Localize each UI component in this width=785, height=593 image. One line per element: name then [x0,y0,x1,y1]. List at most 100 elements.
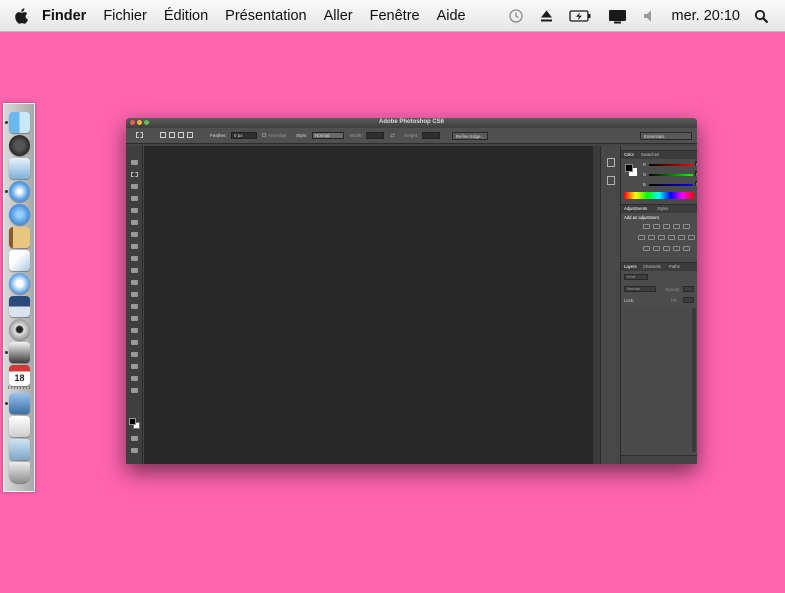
path-selection-tool[interactable] [131,352,138,357]
downloads-folder-icon[interactable] [9,439,30,460]
color-spectrum-bar[interactable] [624,192,694,199]
color-lookup-icon[interactable] [688,235,695,240]
invert-icon[interactable] [643,246,650,251]
color-foreground-swatch[interactable] [625,164,633,172]
opacity-input[interactable] [683,286,694,292]
mission-control-icon[interactable] [9,296,30,317]
red-slider[interactable] [649,164,693,166]
hue-saturation-icon[interactable] [638,235,645,240]
calendar-icon[interactable]: 18 [9,365,30,386]
facetime-icon[interactable] [9,204,30,225]
finder-icon[interactable] [9,112,30,133]
blend-mode-select[interactable]: Normal [624,286,656,292]
anti-alias-checkbox[interactable] [262,133,266,137]
menu-fenetre[interactable]: Fenêtre [370,8,420,24]
itunes-icon[interactable] [9,273,30,294]
black-white-icon[interactable] [658,235,665,240]
move-tool[interactable] [131,160,138,165]
menu-aller[interactable]: Aller [324,8,353,24]
address-book-icon[interactable] [9,227,30,248]
quick-selection-tool[interactable] [131,196,138,201]
layers-scrollbar[interactable] [692,308,696,452]
tab-color[interactable]: Color [624,152,634,157]
spotlight-icon[interactable] [754,9,769,24]
marquee-preset-icon[interactable] [136,132,143,138]
mail-icon[interactable] [9,250,30,271]
time-machine-icon[interactable] [508,8,524,24]
tab-layers[interactable]: Layers [624,264,637,269]
apple-icon[interactable] [12,6,32,26]
brush-tool[interactable] [131,244,138,249]
blue-slider[interactable] [649,184,693,186]
safari-icon[interactable] [9,181,30,202]
layers-list[interactable] [624,308,690,452]
green-value[interactable]: 0 [695,171,697,177]
tab-channels[interactable]: Channels [643,264,661,269]
photoshop-titlebar[interactable]: Adobe Photoshop CS6 [126,118,697,128]
width-input[interactable] [366,132,384,139]
battery-icon[interactable] [569,9,592,23]
tab-adjustments[interactable]: Adjustments [624,206,647,211]
photoshop-icon[interactable] [9,393,30,414]
height-input[interactable] [422,132,440,139]
selection-mode-intersect-icon[interactable] [187,132,193,138]
eraser-tool[interactable] [131,280,138,285]
menu-fichier[interactable]: Fichier [103,8,147,24]
blur-tool[interactable] [131,304,138,309]
feather-input[interactable]: 0 px [231,132,257,139]
vibrance-icon[interactable] [683,224,690,229]
clone-stamp-tool[interactable] [131,256,138,261]
threshold-icon[interactable] [663,246,670,251]
history-panel-icon[interactable] [607,158,615,167]
menu-presentation[interactable]: Présentation [225,8,306,24]
textedit-icon[interactable] [9,416,30,437]
menu-aide[interactable]: Aide [437,8,466,24]
history-brush-tool[interactable] [131,268,138,273]
swap-icon[interactable]: ⇄ [390,132,395,139]
levels-icon[interactable] [653,224,660,229]
blue-value[interactable]: 0 [695,181,697,187]
selection-mode-add-icon[interactable] [169,132,175,138]
gradient-map-icon[interactable] [683,246,690,251]
tab-swatches[interactable]: Swatches [641,152,659,157]
tab-styles[interactable]: Styles [657,206,668,211]
rectangle-tool[interactable] [131,364,138,369]
style-select[interactable]: Normal [312,132,344,139]
display-icon[interactable] [608,9,627,24]
menu-clock[interactable]: mer. 20:10 [671,8,740,24]
photo-booth-icon[interactable] [9,342,30,363]
foreground-color-swatch[interactable] [129,418,136,425]
lasso-tool[interactable] [131,184,138,189]
channel-mixer-icon[interactable] [678,235,685,240]
menu-edition[interactable]: Édition [164,8,208,24]
document-canvas-area[interactable] [144,146,593,464]
dvd-player-icon[interactable] [9,319,30,340]
photo-filter-icon[interactable] [668,235,675,240]
refine-edge-button[interactable]: Refine Edge... [452,132,488,140]
tab-paths[interactable]: Paths [669,264,680,269]
healing-brush-tool[interactable] [131,232,138,237]
eyedropper-tool[interactable] [131,220,138,225]
brightness-contrast-icon[interactable] [643,224,650,229]
curves-icon[interactable] [663,224,670,229]
color-balance-icon[interactable] [648,235,655,240]
fill-input[interactable] [683,297,694,303]
dodge-tool[interactable] [131,316,138,321]
selective-color-icon[interactable] [673,246,680,251]
marquee-tool[interactable] [131,172,138,177]
workspace-select[interactable]: Essentials [640,132,692,140]
layer-filter-kind[interactable]: Kind [624,274,648,280]
crop-tool[interactable] [131,208,138,213]
type-tool[interactable] [131,340,138,345]
trash-icon[interactable] [9,462,30,483]
exposure-icon[interactable] [673,224,680,229]
quick-mask-button[interactable] [131,436,138,441]
posterize-icon[interactable] [653,246,660,251]
eject-icon[interactable] [540,9,553,23]
menu-app-finder[interactable]: Finder [42,8,86,24]
pen-tool[interactable] [131,328,138,333]
selection-mode-subtract-icon[interactable] [178,132,184,138]
properties-panel-icon[interactable] [607,176,615,185]
zoom-tool[interactable] [131,388,138,393]
green-slider[interactable] [649,174,693,176]
